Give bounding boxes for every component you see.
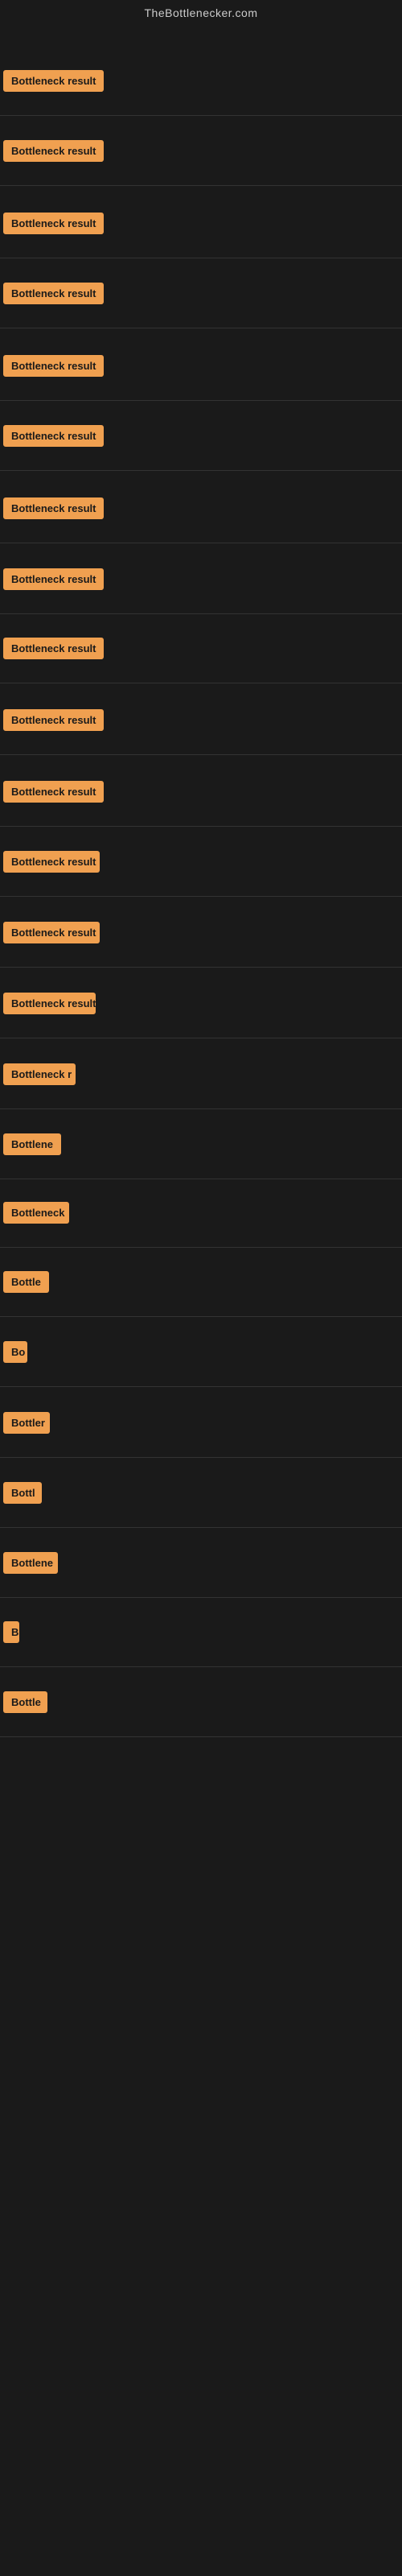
- bottleneck-result-button-16[interactable]: Bottlene: [3, 1133, 61, 1155]
- bottleneck-result-button-17[interactable]: Bottleneck: [3, 1202, 69, 1224]
- bottleneck-row-7: Bottleneck result: [0, 473, 402, 543]
- bottleneck-row-19: Bo: [0, 1317, 402, 1387]
- bottleneck-row-20: Bottler: [0, 1388, 402, 1458]
- bottleneck-result-button-12[interactable]: Bottleneck result: [3, 851, 100, 873]
- bottleneck-result-button-10[interactable]: Bottleneck result: [3, 709, 104, 731]
- bottleneck-result-button-14[interactable]: Bottleneck result: [3, 993, 96, 1014]
- bottleneck-result-button-11[interactable]: Bottleneck result: [3, 781, 104, 803]
- bottleneck-row-3: Bottleneck result: [0, 188, 402, 258]
- bottleneck-row-2: Bottleneck result: [0, 116, 402, 186]
- bottleneck-row-24: Bottle: [0, 1667, 402, 1737]
- bottleneck-row-15: Bottleneck r: [0, 1039, 402, 1109]
- bottleneck-result-button-2[interactable]: Bottleneck result: [3, 140, 104, 162]
- bottleneck-row-4: Bottleneck result: [0, 258, 402, 328]
- bottleneck-row-17: Bottleneck: [0, 1178, 402, 1248]
- bottleneck-result-button-18[interactable]: Bottle: [3, 1271, 49, 1293]
- bottleneck-row-1: Bottleneck result: [0, 46, 402, 116]
- bottleneck-row-6: Bottleneck result: [0, 401, 402, 471]
- bottleneck-result-button-24[interactable]: Bottle: [3, 1691, 47, 1713]
- bottleneck-result-button-6[interactable]: Bottleneck result: [3, 425, 104, 447]
- bottleneck-result-button-19[interactable]: Bo: [3, 1341, 27, 1363]
- bottleneck-result-button-21[interactable]: Bottl: [3, 1482, 42, 1504]
- bottleneck-result-button-1[interactable]: Bottleneck result: [3, 70, 104, 92]
- bottleneck-row-14: Bottleneck result: [0, 968, 402, 1038]
- bottleneck-row-8: Bottleneck result: [0, 544, 402, 614]
- bottleneck-result-button-9[interactable]: Bottleneck result: [3, 638, 104, 659]
- bottleneck-result-button-15[interactable]: Bottleneck r: [3, 1063, 76, 1085]
- bottleneck-row-18: Bottle: [0, 1247, 402, 1317]
- bottleneck-row-16: Bottlene: [0, 1109, 402, 1179]
- bottleneck-result-button-20[interactable]: Bottler: [3, 1412, 50, 1434]
- site-title: TheBottlenecker.com: [0, 0, 402, 23]
- bottleneck-row-22: Bottlene: [0, 1528, 402, 1598]
- bottleneck-row-5: Bottleneck result: [0, 331, 402, 401]
- bottleneck-result-button-8[interactable]: Bottleneck result: [3, 568, 104, 590]
- bottleneck-row-9: Bottleneck result: [0, 613, 402, 683]
- bottleneck-result-button-5[interactable]: Bottleneck result: [3, 355, 104, 377]
- bottleneck-row-21: Bottl: [0, 1458, 402, 1528]
- bottleneck-result-button-13[interactable]: Bottleneck result: [3, 922, 100, 943]
- bottleneck-result-button-3[interactable]: Bottleneck result: [3, 213, 104, 234]
- bottleneck-row-23: B: [0, 1597, 402, 1667]
- bottleneck-result-button-7[interactable]: Bottleneck result: [3, 497, 104, 519]
- bottleneck-result-button-22[interactable]: Bottlene: [3, 1552, 58, 1574]
- bottleneck-result-button-4[interactable]: Bottleneck result: [3, 283, 104, 304]
- page-wrapper: TheBottlenecker.com Bottleneck result Bot…: [0, 0, 402, 2576]
- bottleneck-result-button-23[interactable]: B: [3, 1621, 19, 1643]
- bottleneck-row-13: Bottleneck result: [0, 898, 402, 968]
- bottleneck-row-10: Bottleneck result: [0, 685, 402, 755]
- bottleneck-row-11: Bottleneck result: [0, 757, 402, 827]
- bottleneck-row-12: Bottleneck result: [0, 827, 402, 897]
